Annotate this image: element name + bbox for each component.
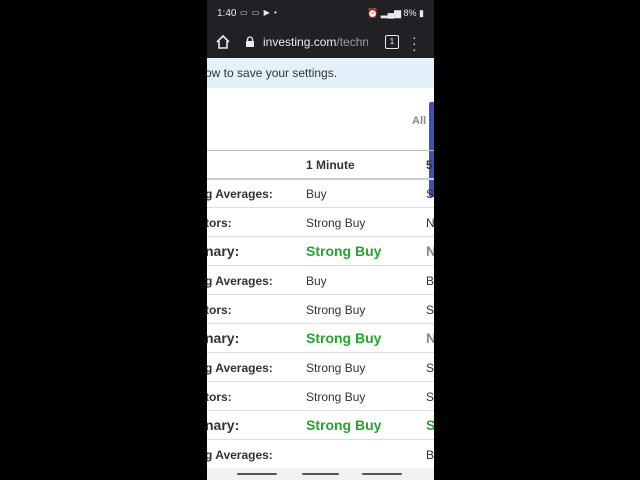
cell-5: S bbox=[426, 390, 434, 404]
cell-5: B bbox=[426, 448, 434, 462]
column-header-1-minute: 1 Minute bbox=[306, 158, 355, 172]
signal-icon: ▂▄▆ bbox=[380, 8, 401, 18]
row-label: g Averages: bbox=[207, 187, 273, 201]
cell-1-minute: Strong Buy bbox=[306, 330, 382, 346]
table-row: g Averages: Strong Buy S bbox=[207, 353, 434, 382]
status-time: 1:40 bbox=[217, 8, 237, 19]
summary-row: nary: Strong Buy S bbox=[207, 411, 434, 440]
overflow-menu-icon[interactable]: · · · bbox=[412, 30, 418, 56]
cell-5: S bbox=[426, 303, 434, 317]
cell-1-minute: Strong Buy bbox=[306, 417, 382, 433]
cell-5: N bbox=[426, 216, 434, 230]
url-host: investing.com bbox=[263, 35, 337, 49]
battery-level: 8% bbox=[403, 8, 417, 18]
cell-1-minute: Strong Buy bbox=[306, 390, 366, 404]
cell-5: N bbox=[426, 243, 434, 259]
row-label: tors: bbox=[207, 390, 232, 404]
cell-5: N bbox=[426, 330, 434, 346]
table-row: g Averages: Buy B bbox=[207, 266, 434, 295]
system-nav-bar bbox=[207, 468, 434, 480]
browser-toolbar: investing.com/techni 1 ··· bbox=[207, 28, 434, 58]
summary-row: nary: Strong Buy N bbox=[207, 324, 434, 353]
cell-1-minute: Strong Buy bbox=[306, 361, 366, 375]
home-icon[interactable] bbox=[215, 34, 231, 50]
table-row: g Averages: Buy S bbox=[207, 179, 434, 208]
cell-1-minute: Buy bbox=[306, 187, 327, 201]
row-label: g Averages: bbox=[207, 361, 273, 375]
cell-1-minute: Buy bbox=[306, 274, 327, 288]
column-header-5: 5 bbox=[426, 158, 433, 172]
recent-apps-button[interactable] bbox=[237, 473, 277, 475]
back-button[interactable] bbox=[362, 473, 402, 475]
status-right: ⏰ ▂▄▆ 8% ▮ bbox=[367, 8, 424, 19]
table-row: tors: Strong Buy S bbox=[207, 295, 434, 324]
home-button[interactable] bbox=[302, 473, 339, 475]
cell-5: S bbox=[426, 187, 434, 201]
cell-1-minute: Strong Buy bbox=[306, 243, 382, 259]
cell-5: S bbox=[426, 361, 434, 375]
row-label: nary: bbox=[207, 243, 240, 259]
tab-switcher-button[interactable]: 1 bbox=[385, 35, 399, 49]
row-label: g Averages: bbox=[207, 448, 273, 462]
lock-icon[interactable] bbox=[244, 36, 256, 48]
settings-banner: ow to save your settings. bbox=[207, 58, 434, 88]
cell-5: S bbox=[426, 417, 434, 433]
cell-1-minute: Strong Buy bbox=[306, 216, 366, 230]
notification-icons: ▭ ▭ ▶ • bbox=[240, 8, 278, 17]
row-label: tors: bbox=[207, 303, 232, 317]
row-label: nary: bbox=[207, 330, 240, 346]
cell-1-minute: Strong Buy bbox=[306, 303, 366, 317]
table-row: tors: Strong Buy N bbox=[207, 208, 434, 237]
row-label: g Averages: bbox=[207, 274, 273, 288]
table-row: tors: Strong Buy S bbox=[207, 382, 434, 411]
table-row: g Averages: B bbox=[207, 440, 434, 469]
row-label: tors: bbox=[207, 216, 232, 230]
banner-text: ow to save your settings. bbox=[207, 66, 338, 80]
address-bar[interactable]: investing.com/techni bbox=[263, 35, 368, 49]
row-label: nary: bbox=[207, 417, 240, 433]
battery-icon: ▮ bbox=[419, 8, 424, 18]
summary-row: nary: Strong Buy N bbox=[207, 237, 434, 266]
table-header: 1 Minute 5 bbox=[207, 150, 434, 180]
url-path: /techni bbox=[336, 35, 368, 49]
cell-5: B bbox=[426, 274, 434, 288]
all-link[interactable]: All bbox=[412, 115, 426, 127]
status-bar: 1:40 ▭ ▭ ▶ • ⏰ ▂▄▆ 8% ▮ bbox=[207, 0, 434, 28]
alarm-icon: ⏰ bbox=[367, 8, 379, 18]
phone-screen: 1:40 ▭ ▭ ▶ • ⏰ ▂▄▆ 8% ▮ investing.com/te… bbox=[207, 0, 434, 480]
